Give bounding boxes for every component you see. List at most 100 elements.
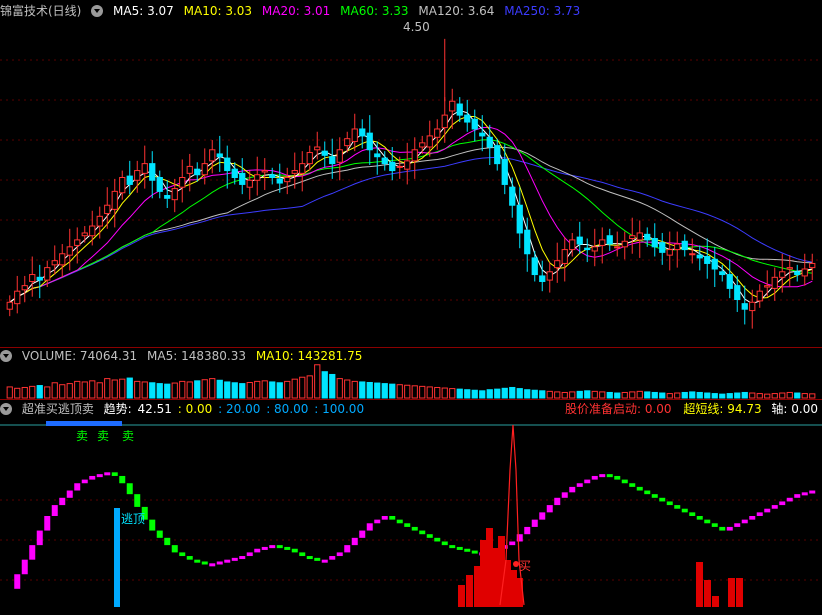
level-0: : 0.00 [177,402,213,416]
trend-segment [696,516,703,520]
volume-bar [314,364,321,399]
trend-segment [359,530,366,538]
trend-segment [741,519,748,524]
volume-bar [119,378,126,399]
volume-bar [411,385,418,399]
candle-body [231,168,238,179]
trend-segment [209,563,216,567]
trend-segment [104,472,111,476]
candle-body [336,149,343,163]
volume-bar [689,391,696,399]
candle-body [111,190,118,210]
ma10-value: MA10: 3.03 [183,4,253,18]
volume-bar [419,385,426,399]
candle-body [651,238,658,248]
candle-body [156,177,163,192]
buy-label: 买 [519,559,532,573]
trend-segment [156,530,163,538]
volume-bar [344,379,351,399]
trend-segment [239,556,246,560]
volume-bar [801,393,808,399]
candle-body [726,274,733,289]
volume-bar [239,383,246,399]
trend-segment [749,516,756,520]
candle-body [366,132,373,151]
candle-body [89,225,96,237]
candle-body [704,256,711,264]
volume-bar [306,375,313,399]
candle-body [14,290,21,305]
ma5-value: MA5: 3.07 [113,4,174,18]
trend-segment [14,574,21,589]
candle-body [351,128,358,142]
candle-body [464,114,471,123]
candle-body [411,149,418,162]
candle-body [561,249,568,264]
volume-bar [779,392,786,399]
trend-segment [636,486,643,491]
candle-body [164,195,171,199]
candle-body [134,170,141,181]
buy-volume-bar [510,570,517,607]
collapse-toggle-icon[interactable] [91,5,104,17]
trend-segment [719,526,726,531]
candle-body [201,163,208,176]
trend-segment [599,474,606,478]
volume-bar [261,380,268,399]
trend-segment [284,546,291,550]
volume-bar [254,380,261,399]
candle-body [644,233,651,241]
volume-bar [704,392,711,399]
trend-segment [336,552,343,557]
candle-body [479,132,486,137]
candle-body [516,204,523,234]
volume-bar [231,382,238,399]
volume-bar [179,380,186,399]
buy-volume-bar [466,575,473,607]
candle-body [389,161,396,172]
volume-bar [764,393,771,399]
candle-body [606,235,613,245]
trend-segment [711,523,718,527]
stock-chart-window: 锦富技术(日线) MA5: 3.07 MA10: 3.03 MA20: 3.01… [0,0,822,612]
volume-bar [81,381,88,399]
candle-body [569,239,576,251]
trend-segment [584,479,591,484]
axis-label: 轴: 0.00 [771,402,818,416]
candle-body [51,260,58,266]
trend-segment [524,526,531,535]
candle-body [299,163,306,174]
buy-volume-bar [712,596,719,607]
volume-bar [6,386,13,399]
indicator-toggle-icon[interactable] [0,403,12,415]
candle-body [194,168,201,176]
trend-segment [456,546,463,550]
candle-body [434,128,441,138]
trend-segment [591,475,598,480]
trend-segment [179,552,186,557]
volume-bar [554,391,561,399]
volume-bar [276,382,283,399]
trend-segment [66,490,73,498]
candle-body [621,240,628,248]
candle-body [531,257,538,276]
candle-body [254,174,261,181]
volume-bar [29,385,36,399]
trend-segment [734,523,741,527]
trend-segment [809,490,816,494]
candle-body [546,271,553,281]
ma20-value: MA20: 3.01 [261,4,331,18]
volume-bar [501,387,508,399]
candle-body [681,240,688,251]
volume-bar [149,382,156,399]
candle-body [321,150,328,156]
candle-body [711,258,718,270]
volume-bar [134,380,141,399]
trend-segment [539,512,546,520]
candle-body [741,303,748,310]
candle-body [486,136,493,148]
candle-body [29,274,36,282]
candle-body [749,301,756,312]
volume-toggle-icon[interactable] [0,350,12,362]
volume-bar [674,392,681,399]
